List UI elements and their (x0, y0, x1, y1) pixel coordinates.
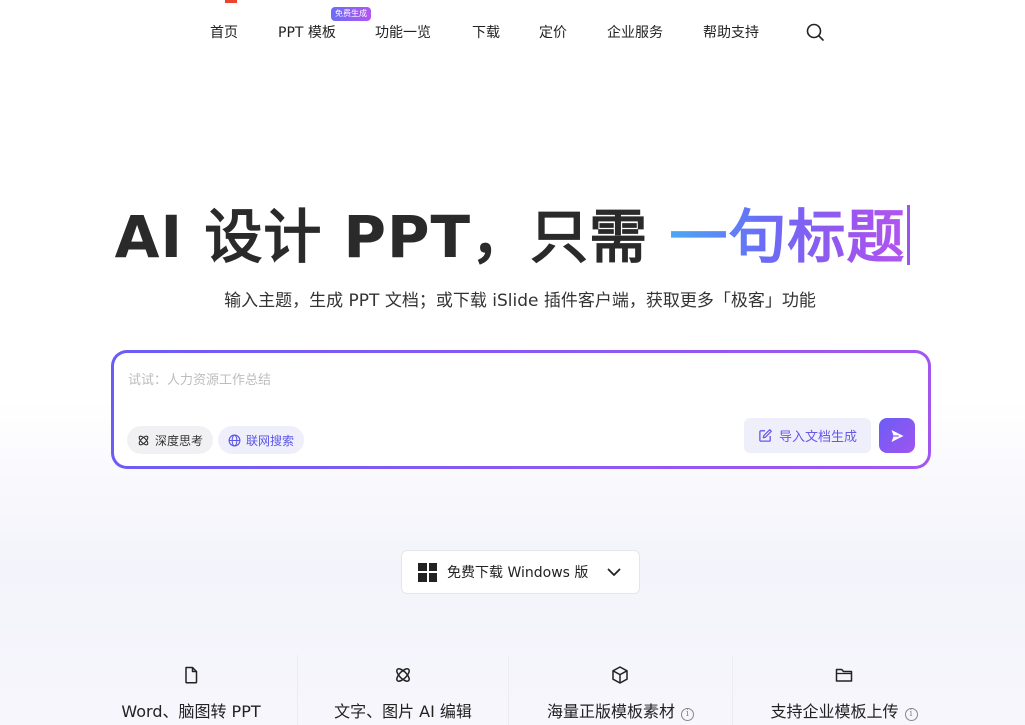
feature-label: 支持企业模板上传 i (733, 698, 955, 722)
download-label: 免费下载 Windows 版 (447, 565, 589, 581)
feature-item-templates: 海量正版模板素材 i (509, 655, 732, 725)
feature-item-enterprise-upload: 支持企业模板上传 i (733, 655, 955, 725)
windows-icon (418, 562, 437, 582)
deep-think-label: 深度思考 (155, 433, 204, 448)
text-caret (907, 205, 911, 265)
nav-item-pricing[interactable]: 定价 (539, 22, 567, 42)
atom-icon (138, 435, 149, 445)
download-windows-button[interactable]: 免费下载 Windows 版 (401, 550, 640, 594)
web-search-toggle[interactable]: 联网搜索 (218, 426, 305, 454)
feature-label-text: 支持企业模板上传 (770, 702, 899, 721)
feature-item-word: Word、脑图转 PPT (85, 655, 297, 725)
info-icon[interactable]: i (904, 708, 918, 721)
nav-item-download[interactable]: 下载 (472, 22, 500, 42)
import-document-button[interactable]: 导入文档生成 (744, 418, 871, 453)
search-icon[interactable] (805, 22, 825, 42)
prompt-input[interactable] (128, 367, 908, 393)
box-icon (612, 666, 628, 684)
nav-item-home[interactable]: 首页 (210, 22, 238, 42)
feature-item-ai-edit: 文字、图片 AI 编辑 (298, 655, 508, 725)
prompt-box: 深度思考 联网搜索 导入文档生成 (111, 350, 931, 469)
hero-title-highlight: 一句标题 (669, 203, 906, 271)
nav-item-help[interactable]: 帮助支持 (703, 22, 759, 42)
feature-label: 文字、图片 AI 编辑 (334, 702, 472, 721)
feature-label-text: 海量正版模板素材 (546, 702, 675, 721)
prompt-box-inner: 深度思考 联网搜索 导入文档生成 (114, 353, 928, 466)
web-search-label: 联网搜索 (246, 433, 295, 448)
folder-icon (835, 668, 853, 682)
hero-title-main: AI 设计 PPT，只需 (114, 203, 670, 271)
deep-think-toggle[interactable]: 深度思考 (127, 426, 214, 454)
hero-subtitle: 输入主题，生成 PPT 文档；或下载 iSlide 插件客户端，获取更多「极客」… (224, 291, 816, 311)
edit-icon (759, 429, 772, 442)
nav-item-ppt-templates[interactable]: PPT 模板 (278, 22, 336, 42)
feature-label: 海量正版模板素材 i (509, 698, 732, 722)
nav-item-features[interactable]: 功能一览 (375, 22, 431, 42)
free-generate-badge: 免费生成 (331, 7, 371, 21)
chevron-down-icon[interactable] (606, 564, 622, 580)
hero-title: AI 设计 PPT，只需 一句标题 (0, 190, 1025, 274)
globe-icon (228, 434, 241, 446)
feature-list: Word、脑图转 PPT 文字、图片 AI 编辑 海量正版模板素材 i 支持企业模… (85, 655, 955, 725)
ai-edit-icon (396, 668, 410, 682)
import-document-label: 导入文档生成 (778, 430, 857, 445)
nav-item-enterprise[interactable]: 企业服务 (607, 22, 663, 42)
info-icon[interactable]: i (681, 708, 694, 721)
send-icon (891, 429, 904, 442)
feature-label: Word、脑图转 PPT (121, 702, 261, 721)
file-icon (185, 666, 198, 684)
top-nav: 首页 PPT 模板 免费生成 功能一览 下载 定价 企业服务 帮助支持 (0, 0, 1025, 62)
send-button[interactable] (879, 418, 915, 453)
